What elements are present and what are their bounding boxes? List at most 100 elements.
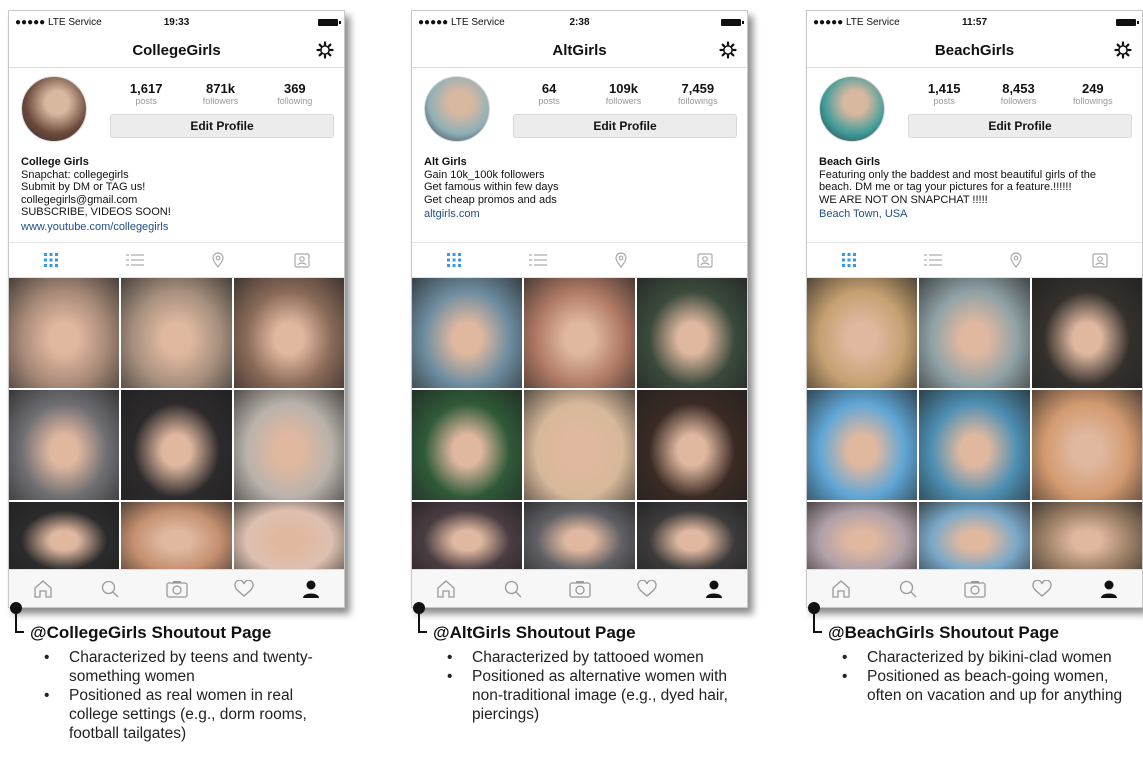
- bio-link[interactable]: Beach Town, USA: [819, 208, 1130, 221]
- heart-icon: [1031, 579, 1052, 597]
- stat-count: 249: [1081, 81, 1104, 96]
- photo-thumbnail[interactable]: [524, 390, 635, 500]
- photo-thumbnail[interactable]: [412, 278, 523, 388]
- photo-thumbnail[interactable]: [807, 390, 918, 500]
- activity-tab[interactable]: [1008, 579, 1075, 598]
- home-tab[interactable]: [9, 579, 76, 598]
- tab-grid[interactable]: [807, 253, 891, 267]
- gear-icon[interactable]: [719, 41, 737, 59]
- stat-label: followings: [678, 96, 718, 106]
- stat-followers[interactable]: 109k followers: [586, 82, 660, 106]
- stat-posts[interactable]: 1,415 posts: [907, 82, 981, 106]
- home-tab[interactable]: [807, 579, 874, 598]
- caption-connector-tick: [15, 631, 24, 633]
- stat-followers[interactable]: 871k followers: [183, 82, 257, 106]
- photo-thumbnail[interactable]: [807, 502, 918, 572]
- photo-thumbnail[interactable]: [524, 502, 635, 572]
- search-tab[interactable]: [76, 580, 143, 598]
- photo-thumbnail[interactable]: [1031, 502, 1142, 572]
- photo-thumbnail[interactable]: [1031, 278, 1142, 388]
- gear-icon[interactable]: [1114, 41, 1132, 59]
- photo-thumbnail[interactable]: [9, 390, 120, 500]
- photo-thumbnail[interactable]: [919, 502, 1030, 572]
- edit-profile-button[interactable]: Edit Profile: [513, 114, 737, 138]
- stat-posts[interactable]: 64 posts: [512, 82, 586, 106]
- profile-nav-bar: CollegeGirls: [9, 33, 344, 68]
- tab-location[interactable]: [580, 252, 664, 268]
- avatar[interactable]: [819, 76, 885, 142]
- avatar[interactable]: [21, 76, 87, 142]
- photo-thumbnail[interactable]: [233, 278, 344, 388]
- photo-thumbnail[interactable]: [9, 502, 120, 572]
- avatar[interactable]: [424, 76, 490, 142]
- photo-thumbnail[interactable]: [1031, 390, 1142, 500]
- phone-screenshot: ●●●●● LTE Service 2:38 AltGirls 64 posts 1…: [411, 10, 748, 608]
- tagged-photos-icon: [697, 253, 713, 268]
- caption-title: @AltGirls Shoutout Page: [433, 623, 636, 642]
- edit-profile-button[interactable]: Edit Profile: [908, 114, 1132, 138]
- profile-tab[interactable]: [680, 580, 747, 598]
- bio-link[interactable]: altgirls.com: [424, 208, 735, 221]
- photo-thumbnail[interactable]: [807, 278, 918, 388]
- stat-count: 1,617: [129, 81, 163, 96]
- camera-tab[interactable]: [546, 580, 613, 598]
- profile-bio: Beach Girls Featuring only the baddest an…: [807, 156, 1142, 242]
- stat-followings[interactable]: 7,459 followings: [661, 82, 735, 106]
- profile-tab[interactable]: [277, 580, 344, 598]
- tab-list[interactable]: [891, 253, 975, 267]
- photo-thumbnail[interactable]: [412, 502, 523, 572]
- activity-tab[interactable]: [210, 579, 277, 598]
- tab-location[interactable]: [177, 252, 261, 268]
- grid-icon: [43, 253, 58, 267]
- tab-location[interactable]: [975, 252, 1059, 268]
- bio-link[interactable]: www.youtube.com/collegegirls: [21, 221, 332, 234]
- bio-line: Snapchat: collegegirls: [21, 168, 129, 181]
- photo-thumbnail[interactable]: [233, 502, 344, 572]
- stat-label: followers: [605, 96, 642, 106]
- photo-thumbnail[interactable]: [636, 390, 747, 500]
- profile-stats: 1,617 posts 871k followers 369 following: [109, 82, 332, 106]
- tab-grid[interactable]: [412, 253, 496, 267]
- profile-bio: College Girls Snapchat: collegegirls Submi…: [9, 156, 344, 242]
- photo-thumbnail[interactable]: [919, 278, 1030, 388]
- home-tab[interactable]: [412, 579, 479, 598]
- tab-tagged[interactable]: [1058, 252, 1142, 268]
- panel-beach-girls: ●●●●● LTE Service 11:57 BeachGirls 1,415…: [806, 0, 1143, 760]
- tab-tagged[interactable]: [663, 252, 747, 268]
- caption-bullet: Characterized by tattooed women: [447, 648, 747, 667]
- gear-icon[interactable]: [316, 41, 334, 59]
- carrier-label: ●●●●● LTE Service: [813, 16, 900, 28]
- photo-thumbnail[interactable]: [121, 390, 232, 500]
- photo-thumbnail[interactable]: [919, 390, 1030, 500]
- stat-followers[interactable]: 8,453 followers: [981, 82, 1055, 106]
- location-pin-icon: [1010, 252, 1022, 268]
- search-tab[interactable]: [874, 580, 941, 598]
- grid-icon: [841, 253, 856, 267]
- photo-thumbnail[interactable]: [9, 278, 120, 388]
- photo-thumbnail[interactable]: [524, 278, 635, 388]
- stat-posts[interactable]: 1,617 posts: [109, 82, 183, 106]
- camera-icon: [568, 580, 591, 598]
- photo-thumbnail[interactable]: [121, 502, 232, 572]
- photo-thumbnail[interactable]: [636, 278, 747, 388]
- photo-thumbnail[interactable]: [636, 502, 747, 572]
- photo-thumbnail[interactable]: [412, 390, 523, 500]
- edit-profile-button[interactable]: Edit Profile: [110, 114, 334, 138]
- tab-list[interactable]: [93, 253, 177, 267]
- search-icon: [504, 580, 521, 597]
- photo-thumbnail[interactable]: [233, 390, 344, 500]
- activity-tab[interactable]: [613, 579, 680, 598]
- profile-view-tabs: [9, 242, 344, 278]
- stat-followings[interactable]: 249 followings: [1056, 82, 1130, 106]
- tab-tagged[interactable]: [260, 252, 344, 268]
- stat-following[interactable]: 369 following: [258, 82, 332, 106]
- camera-tab[interactable]: [941, 580, 1008, 598]
- caption-title: @CollegeGirls Shoutout Page: [30, 623, 272, 642]
- tab-grid[interactable]: [9, 253, 93, 267]
- tab-list[interactable]: [496, 253, 580, 267]
- photo-thumbnail[interactable]: [121, 278, 232, 388]
- profile-tab[interactable]: [1075, 580, 1142, 598]
- camera-tab[interactable]: [143, 580, 210, 598]
- photo-grid: [412, 278, 747, 572]
- search-tab[interactable]: [479, 580, 546, 598]
